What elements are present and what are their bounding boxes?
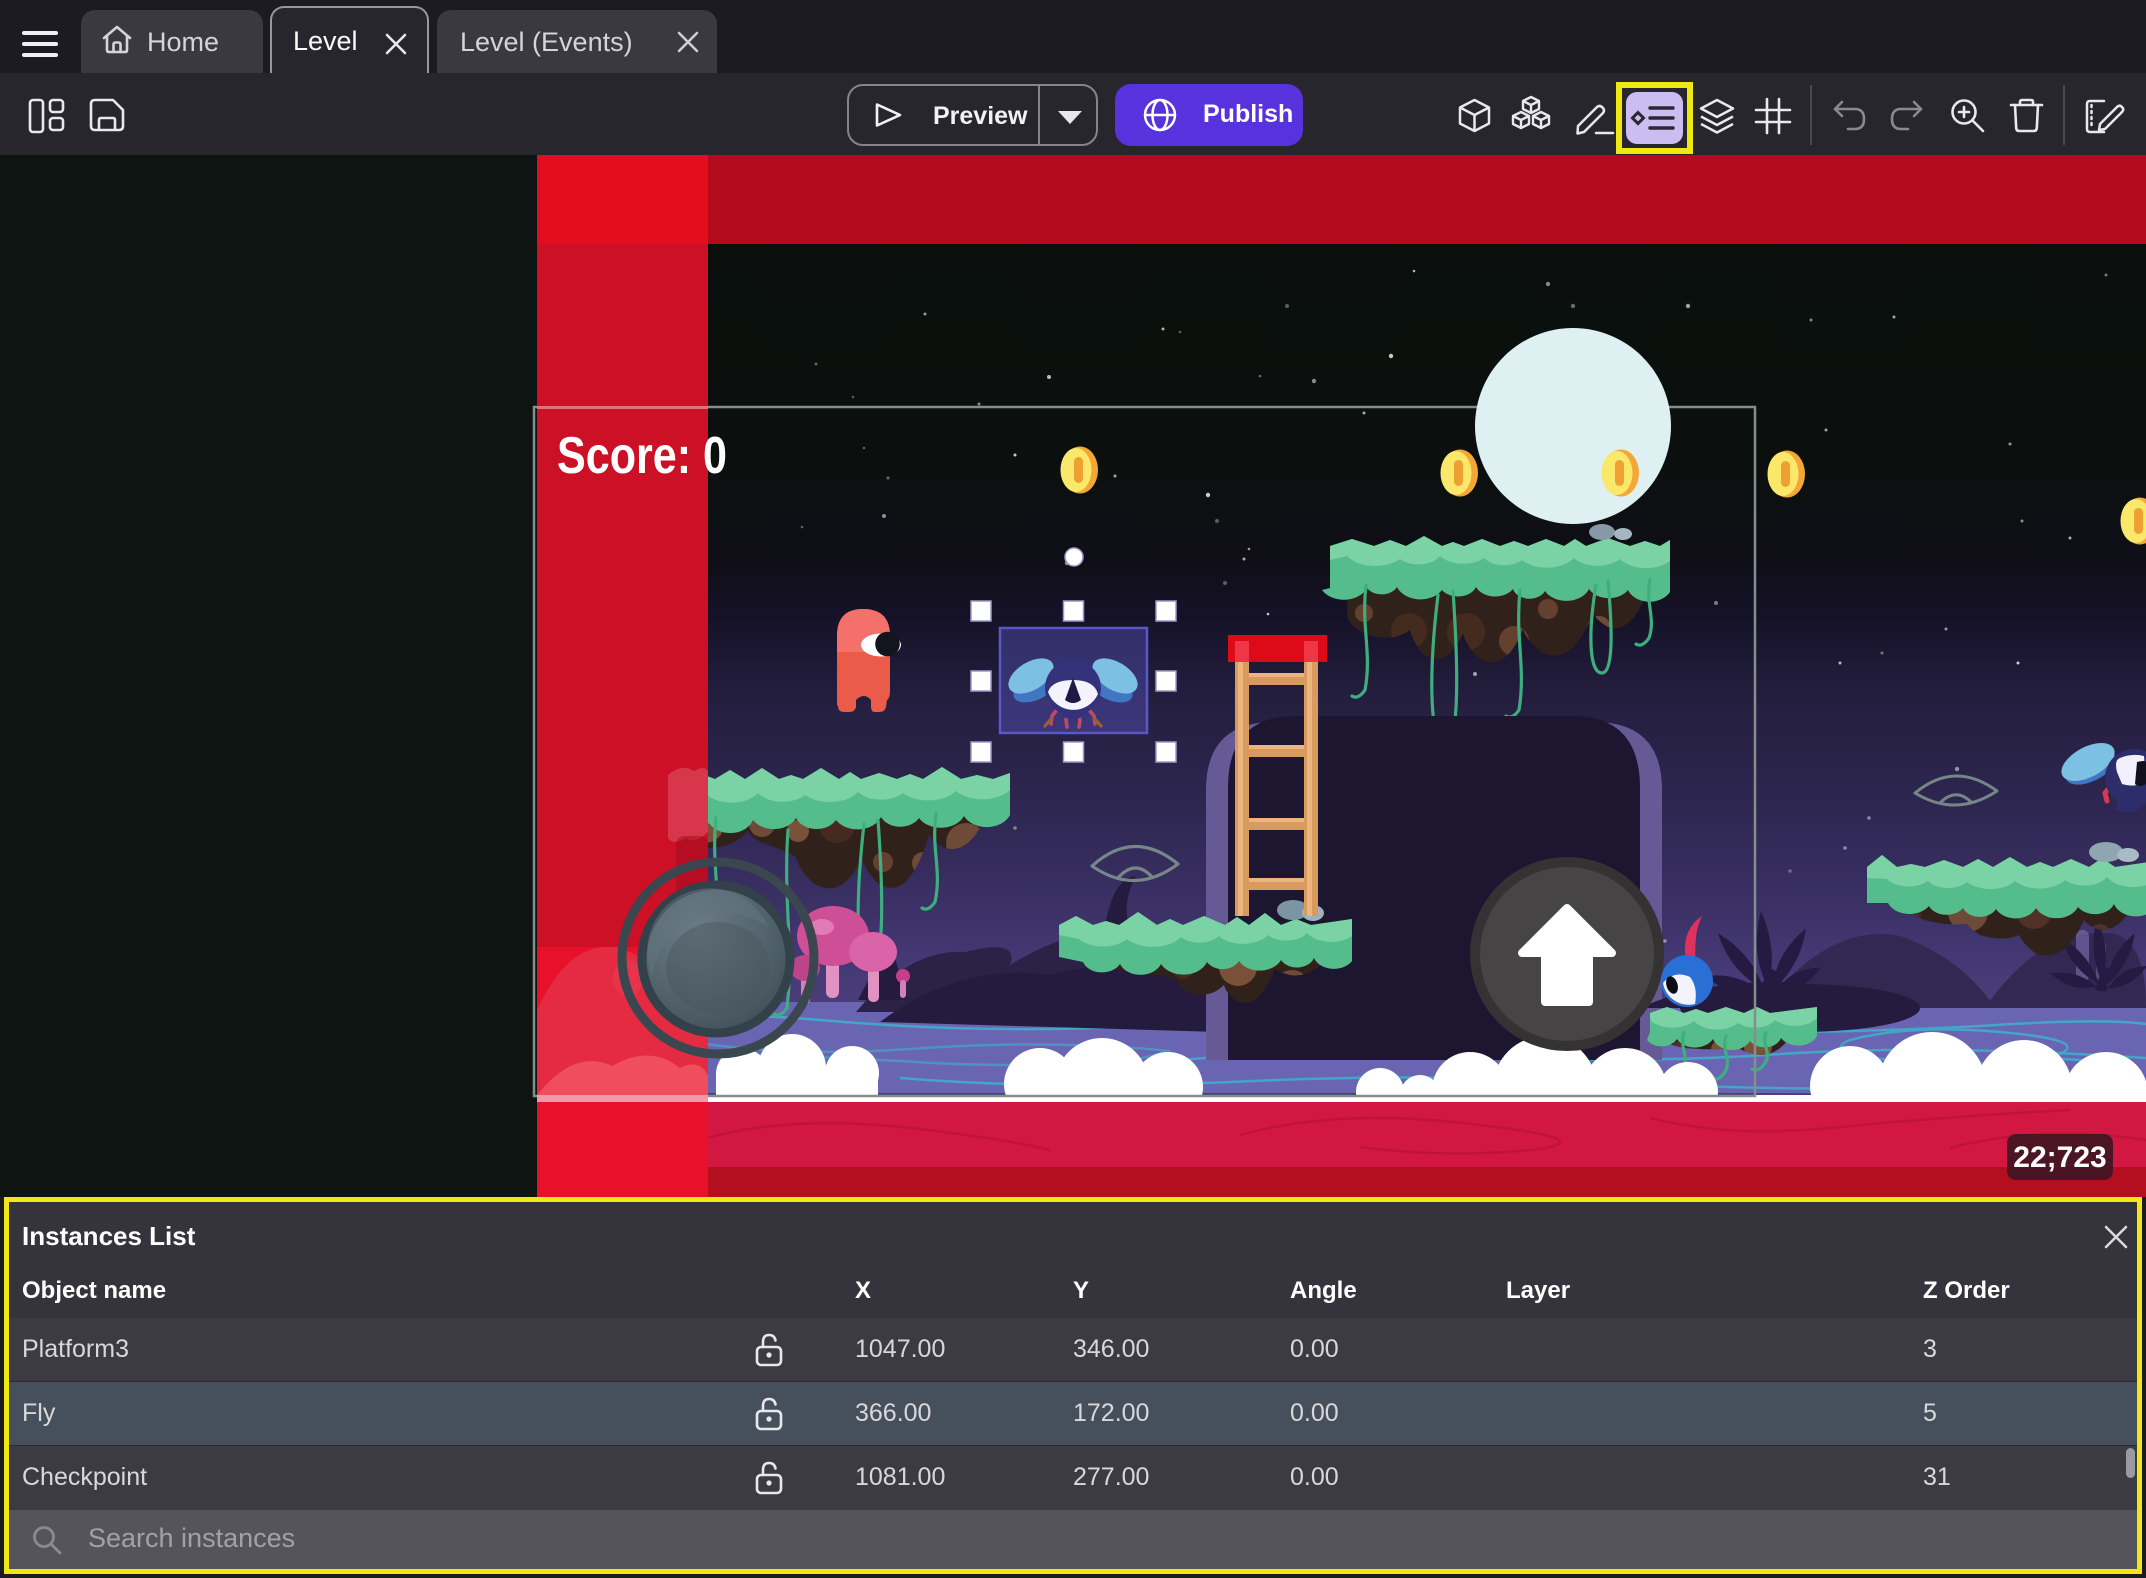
svg-text:22;723: 22;723 bbox=[2013, 1141, 2106, 1174]
svg-text:Score: 0: Score: 0 bbox=[557, 427, 727, 485]
